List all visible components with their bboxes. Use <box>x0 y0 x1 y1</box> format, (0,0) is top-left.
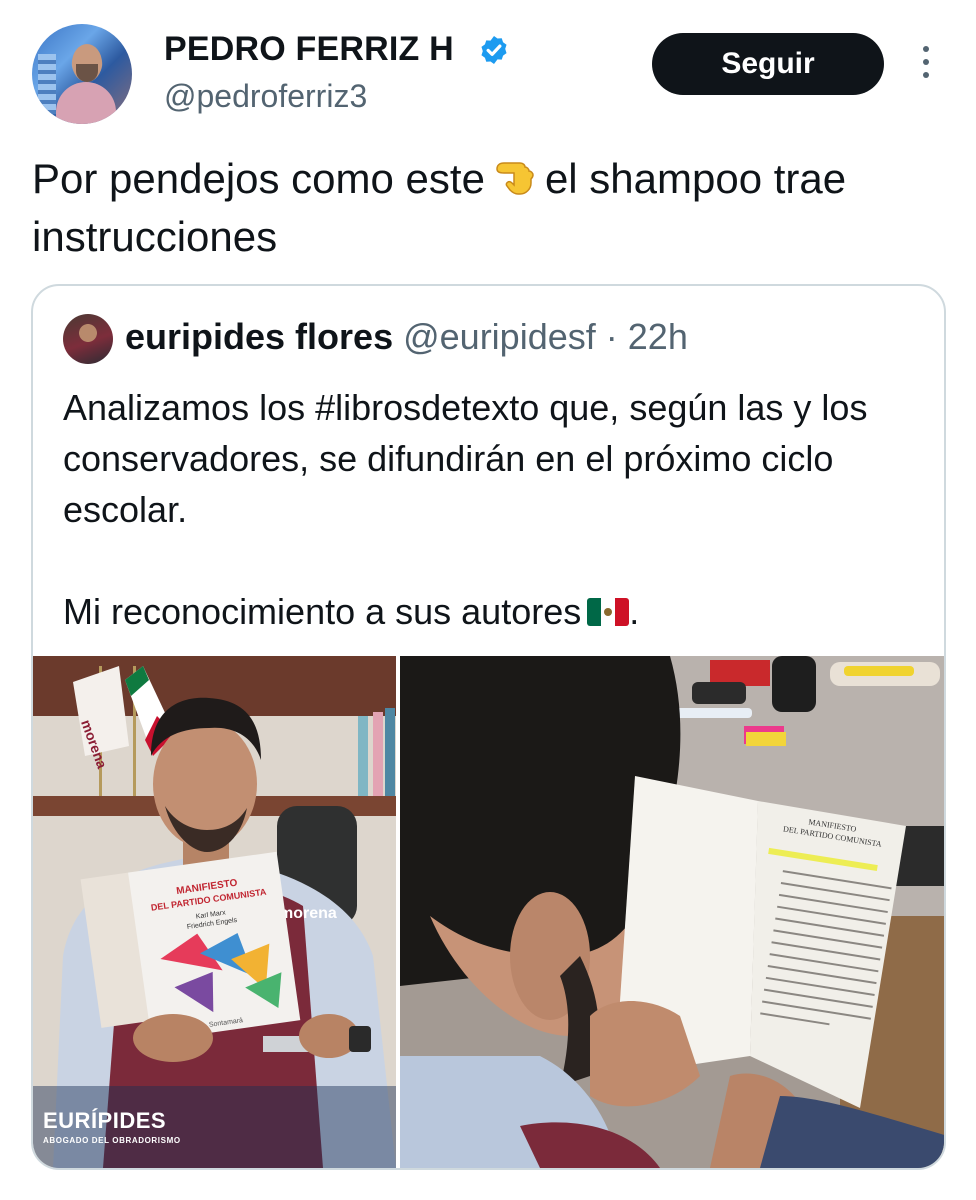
author-display-name[interactable]: PEDRO FERRIZ H <box>164 30 454 69</box>
author-handle[interactable]: @pedroferriz3 <box>164 78 367 115</box>
quoted-tweet-media[interactable]: morena morena MANIFIESTO DEL PARTIDO COM… <box>33 656 944 1168</box>
quoted-tweet-header: euripides flores @euripidesf · 22h <box>125 316 688 358</box>
quoted-tweet-time[interactable]: 22h <box>628 316 688 357</box>
quoted-author-name[interactable]: euripides flores <box>125 316 393 357</box>
quoted-author-handle[interactable]: @euripidesf <box>403 316 596 357</box>
quoted-paragraph-2: Mi reconocimiento a sus autores . <box>63 586 923 637</box>
photo-right-scene: MANIFIESTO DEL PARTIDO COMUNISTA <box>400 656 944 1168</box>
verified-badge-icon <box>481 36 507 64</box>
quoted-paragraph-2-text: Mi reconocimiento a sus autores <box>63 591 582 632</box>
header-separator: · <box>605 316 618 357</box>
watermark-subtitle: ABOGADO DEL OBRADORISMO <box>43 1136 181 1145</box>
photo-left-scene: morena morena MANIFIESTO DEL PARTIDO COM… <box>33 656 396 1168</box>
quoted-paragraph-2-end: . <box>629 591 640 632</box>
pointing-down-hand-icon <box>496 162 534 195</box>
tweet-header: PEDRO FERRIZ H @pedroferriz3 Seguir <box>0 0 976 140</box>
mexico-flag-icon <box>587 598 630 626</box>
tweet-text-part1: Por pendejos como este <box>32 155 485 202</box>
author-avatar[interactable] <box>32 24 132 124</box>
quoted-tweet-card[interactable]: euripides flores @euripidesf · 22h Anali… <box>31 284 946 1170</box>
quoted-author-avatar[interactable] <box>63 314 113 364</box>
tweet-text: Por pendejos como este el shampoo trae i… <box>32 150 942 266</box>
watermark-title: EURÍPIDES <box>43 1108 167 1133</box>
media-photo-right[interactable]: MANIFIESTO DEL PARTIDO COMUNISTA <box>400 656 944 1168</box>
vest-morena-text: morena <box>279 905 337 922</box>
more-options-icon[interactable] <box>916 42 936 82</box>
quoted-tweet-text: Analizamos los #librosdetexto que, según… <box>63 382 923 637</box>
follow-button[interactable]: Seguir <box>652 33 884 95</box>
photo-watermark: EURÍPIDES ABOGADO DEL OBRADORISMO <box>43 1108 181 1145</box>
media-photo-left[interactable]: morena morena MANIFIESTO DEL PARTIDO COM… <box>33 656 396 1168</box>
quoted-paragraph-1: Analizamos los #librosdetexto que, según… <box>63 387 868 530</box>
